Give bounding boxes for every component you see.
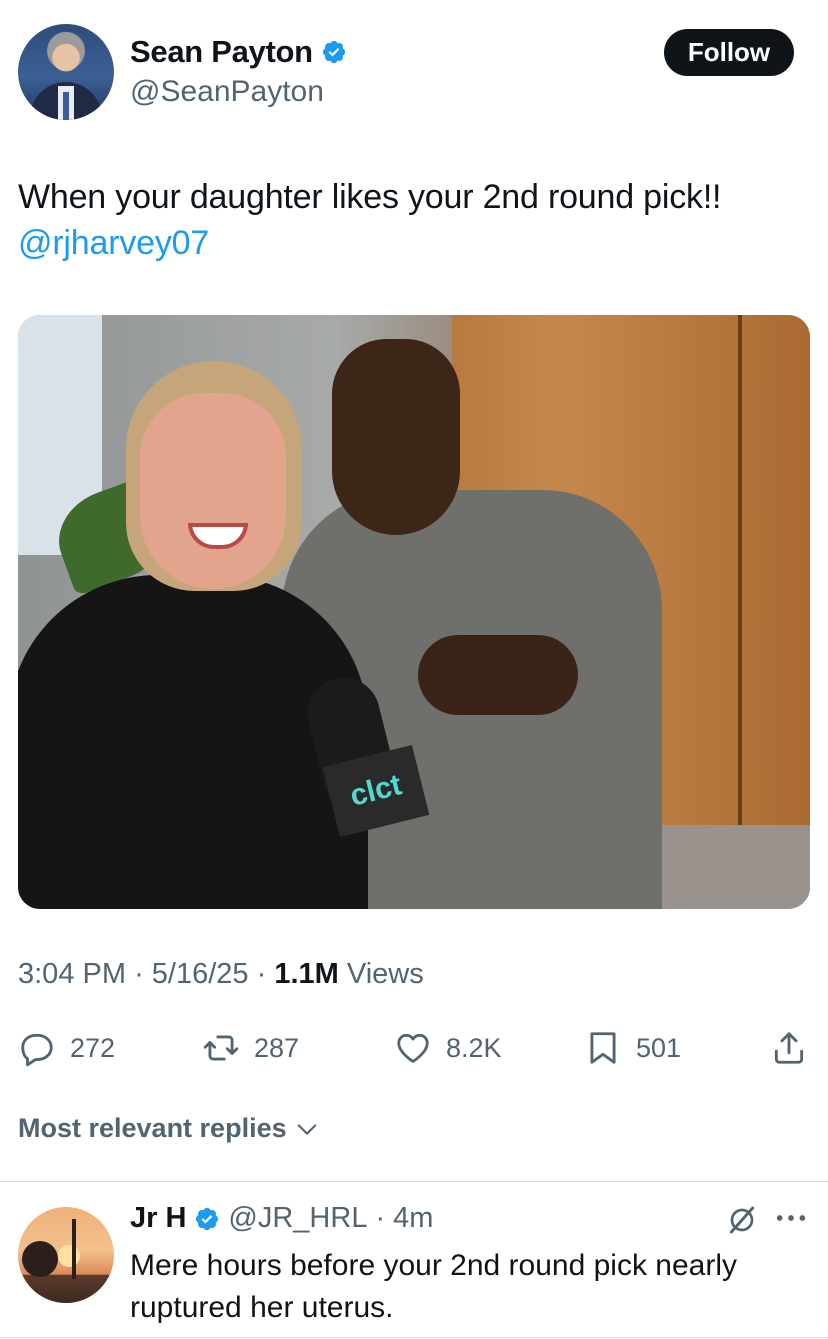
reply-button[interactable]: 272 [18,1026,115,1070]
reply-icon [21,1033,53,1067]
replies-sort-label: Most relevant replies [18,1113,287,1143]
tweet-header: Sean Payton @SeanPayton Follow [0,0,828,150]
like-count: 8.2K [446,1032,502,1063]
reply-handle[interactable]: @JR_HRL [228,1202,367,1235]
tweet-action-bar: 272 287 8.2K 501 [18,1026,810,1070]
author-display-name[interactable]: Sean Payton [130,34,313,70]
more-icon[interactable] [774,1206,808,1230]
photo-peace-sign-hand [418,635,578,715]
grok-icon[interactable] [726,1204,758,1236]
chevron-down-icon [297,1123,316,1135]
avatar-tie [63,92,69,120]
reply-separator: · [375,1202,386,1234]
tweet-date[interactable]: 5/16/25 [152,958,249,990]
meta-separator: · [134,958,144,990]
author-avatar[interactable] [18,24,114,120]
photo-man-head [332,339,460,535]
photo-panel-seam [738,315,742,825]
repost-icon [203,1035,239,1061]
replies-sort-dropdown[interactable]: Most relevant replies [18,1113,321,1144]
share-button[interactable] [770,1026,808,1070]
views-count[interactable]: 1.1M [274,958,338,990]
avatar-tree [22,1241,58,1277]
follow-button[interactable]: Follow [664,29,794,76]
reply-header: Jr H @JR_HRL · 4m [130,1202,433,1235]
reply-time[interactable]: 4m [393,1202,433,1235]
reply-display-name[interactable]: Jr H [130,1202,186,1235]
reply-text: Mere hours before your 2nd round pick ne… [130,1249,738,1324]
reply-count: 272 [70,1032,116,1063]
tweet-body: When your daughter likes your 2nd round … [18,178,722,216]
like-button[interactable]: 8.2K [394,1026,502,1070]
bookmark-count: 501 [636,1032,682,1063]
repost-button[interactable]: 287 [202,1026,299,1070]
author-name-row: Sean Payton [130,34,347,70]
meta-separator: · [256,958,267,990]
like-icon [397,1033,429,1063]
share-icon [774,1032,804,1064]
author-handle[interactable]: @SeanPayton [130,75,324,109]
reply-avatar[interactable] [18,1207,114,1303]
tweet-meta: 3:04 PM · 5/16/25 · 1.1M Views [18,958,424,991]
tweet-time[interactable]: 3:04 PM [18,958,126,990]
bookmark-icon [590,1032,616,1064]
tweet-text: When your daughter likes your 2nd round … [18,174,808,266]
bookmark-button[interactable]: 501 [584,1026,681,1070]
avatar-sun [58,1245,80,1267]
verified-badge-icon [322,40,345,64]
repost-count: 287 [254,1032,300,1063]
tweet-photo[interactable]: clct [18,315,810,909]
section-divider-bottom [0,1337,828,1338]
views-label: Views [346,958,424,990]
mic-flag-logo: clct [346,768,405,813]
reply-item[interactable]: Jr H @JR_HRL · 4m Mere hours before your… [0,1182,828,1337]
photo-woman-face [140,393,286,589]
verified-badge-icon [196,1207,219,1230]
mention-link[interactable]: @rjharvey07 [18,220,808,266]
avatar-windmill [72,1219,76,1279]
